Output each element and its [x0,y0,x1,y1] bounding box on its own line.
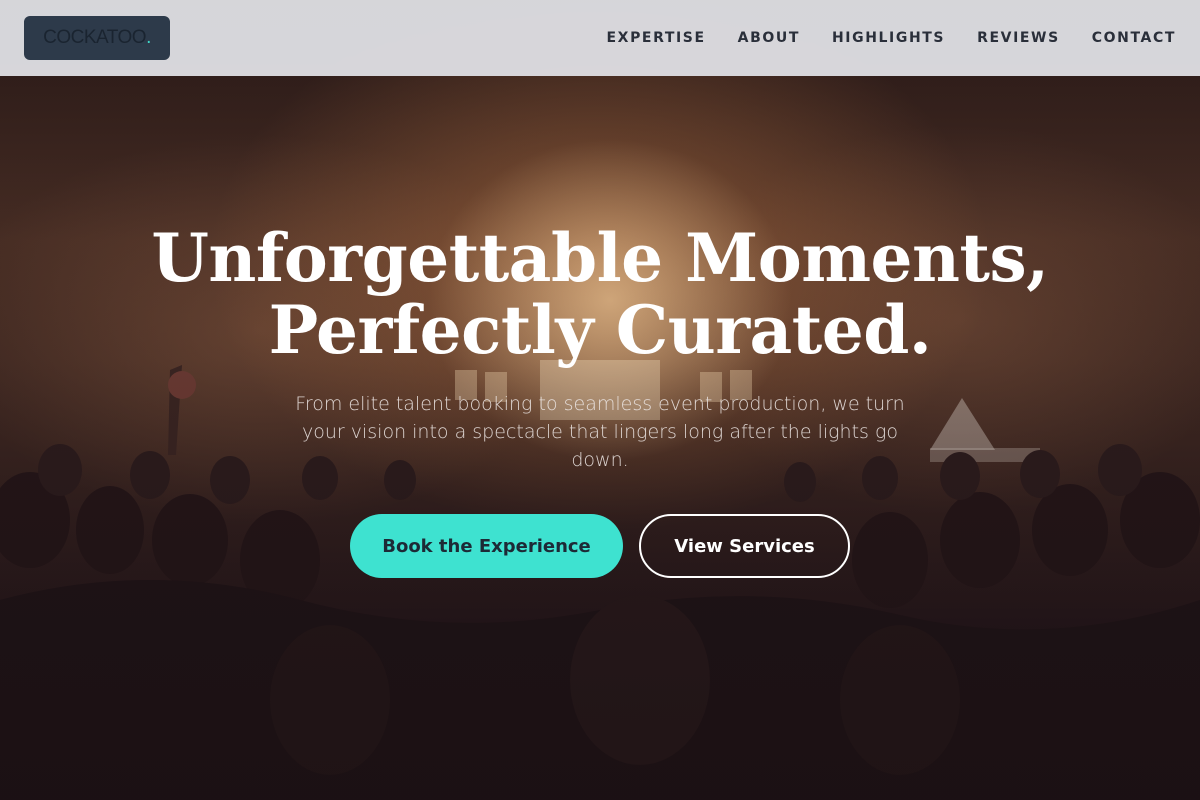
logo-dot: . [146,27,151,48]
navbar: COCKATOO. EXPERTISE ABOUT HIGHLIGHTS REV… [0,0,1200,76]
hero-headline: Unforgettable Moments, Perfectly Curated… [150,222,1050,366]
book-experience-button[interactable]: Book the Experience [350,514,623,578]
nav-link-about[interactable]: ABOUT [738,30,800,46]
view-services-button[interactable]: View Services [639,514,850,578]
logo-text: COCKATOO [43,27,147,48]
nav-link-highlights[interactable]: HIGHLIGHTS [832,30,945,46]
nav-link-contact[interactable]: CONTACT [1092,30,1176,46]
brand-logo[interactable]: COCKATOO. [24,16,170,60]
hero-headline-line2: Perfectly Curated. [268,291,932,369]
hero-headline-line1: Unforgettable Moments, [151,219,1049,297]
main-nav: EXPERTISE ABOUT HIGHLIGHTS REVIEWS CONTA… [575,30,1176,46]
hero-subtext: From elite talent booking to seamless ev… [295,393,905,471]
nav-link-reviews[interactable]: REVIEWS [977,30,1060,46]
hero-section: Unforgettable Moments, Perfectly Curated… [0,0,1200,800]
nav-link-expertise[interactable]: EXPERTISE [607,30,706,46]
